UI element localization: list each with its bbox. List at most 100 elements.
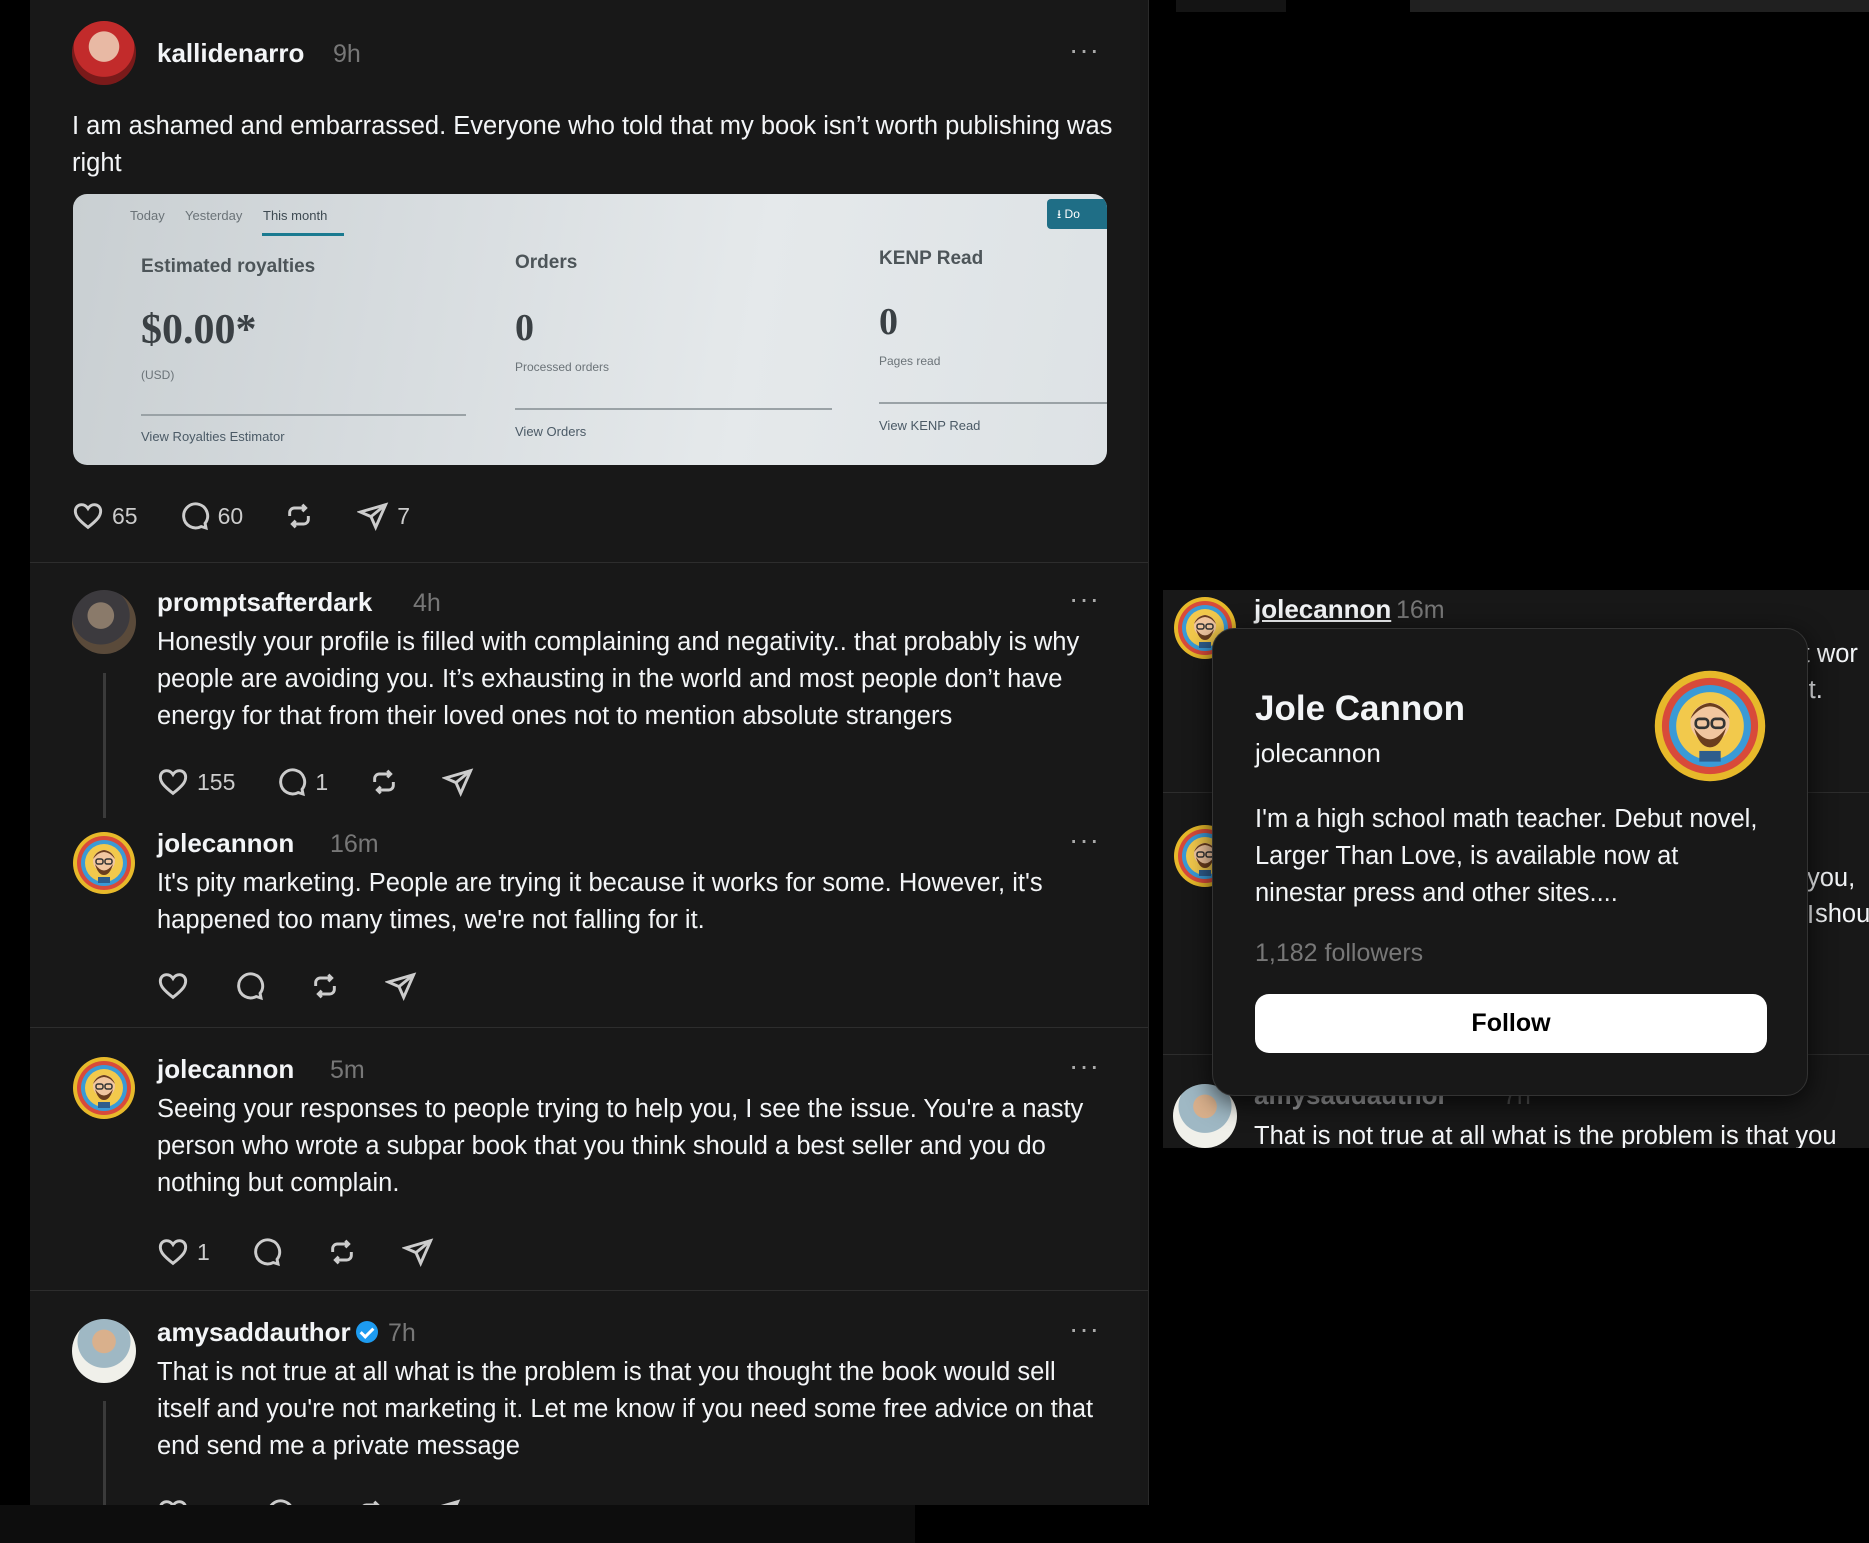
royalties-link: View Royalties Estimator — [141, 429, 285, 444]
image-tab-today: Today — [130, 208, 165, 223]
thread-line — [103, 1401, 106, 1505]
avatar[interactable] — [72, 831, 136, 895]
profile-avatar[interactable] — [1653, 669, 1767, 783]
repost-button[interactable] — [309, 970, 341, 1002]
reply-username[interactable]: jolecannon — [157, 1054, 294, 1085]
reply-actions: 1 — [157, 1236, 434, 1268]
like-count: 1 — [197, 1238, 210, 1265]
reply-time: 7h — [388, 1319, 416, 1347]
reply-button[interactable]: 1 — [263, 1497, 315, 1505]
reply: amysaddauthor 7h ··· That is not true at… — [30, 1291, 1148, 1505]
reply-actions — [157, 970, 417, 1002]
reply: jolecannon 5m ··· Seeing your responses … — [30, 1028, 1148, 1291]
send-icon — [357, 500, 389, 532]
profile-followers[interactable]: 1,182 followers — [1255, 939, 1423, 968]
original-post: kallidenarro 9h ··· I am ashamed and emb… — [30, 0, 1148, 563]
thread-feed: kallidenarro 9h ··· I am ashamed and emb… — [30, 0, 1149, 1505]
kenp-label: KENP Read — [879, 248, 984, 269]
reply-actions: 155 1 — [157, 766, 474, 798]
reply-time: 4h — [413, 589, 441, 617]
reply-username[interactable]: amysaddauthor — [157, 1317, 351, 1348]
follow-button[interactable]: Follow — [1255, 994, 1767, 1053]
repost-button[interactable] — [368, 766, 400, 798]
reply-button[interactable]: 60 — [178, 500, 244, 532]
top-bar-fragment — [1176, 0, 1286, 12]
reply-text: That is not true at all what is the prob… — [1254, 1122, 1837, 1148]
avatar[interactable] — [72, 1056, 136, 1120]
share-button[interactable]: 7 — [357, 500, 410, 532]
royalties-value: $0.00* — [141, 307, 257, 353]
profile-handle: jolecannon — [1255, 738, 1381, 768]
heart-icon — [157, 1497, 189, 1505]
divider — [515, 408, 832, 410]
image-tab-underline — [262, 233, 344, 236]
send-icon — [442, 766, 474, 798]
divider — [879, 402, 1107, 404]
more-dots-icon[interactable]: ··· — [1069, 824, 1100, 856]
repost-icon — [355, 1497, 387, 1505]
comment-icon — [263, 1497, 295, 1505]
more-dots-icon[interactable]: ··· — [1069, 1313, 1100, 1345]
reply-count: 1 — [315, 768, 329, 795]
like-button[interactable]: 155 — [157, 766, 235, 798]
post-actions: 65 60 7 — [72, 500, 410, 532]
heart-icon — [157, 970, 189, 1002]
post-time: 9h — [333, 40, 361, 68]
more-dots-icon[interactable]: ··· — [1069, 1050, 1100, 1082]
bottom-bar-fragment — [0, 1505, 915, 1543]
repost-button[interactable] — [283, 500, 315, 532]
reply-count: 60 — [217, 502, 244, 529]
reply-button[interactable] — [250, 1236, 282, 1268]
like-button[interactable]: 20 — [157, 1497, 223, 1505]
repost-button[interactable] — [355, 1497, 387, 1505]
like-button[interactable]: 1 — [157, 1236, 210, 1268]
heart-icon — [72, 500, 104, 532]
share-button[interactable] — [429, 1497, 461, 1505]
post-image[interactable]: Today Yesterday This month ⭳ Do Estimate… — [73, 194, 1107, 465]
like-button[interactable]: 65 — [72, 500, 138, 532]
reply-actions: 20 1 — [157, 1497, 461, 1505]
reply-button[interactable] — [233, 970, 265, 1002]
reply-time: 16m — [1396, 596, 1445, 624]
more-dots-icon[interactable]: ··· — [1069, 583, 1100, 615]
reply-username[interactable]: promptsafterdark — [157, 587, 372, 618]
send-icon — [402, 1236, 434, 1268]
reply-text: It's pity marketing. People are trying i… — [157, 869, 1043, 934]
repost-icon — [326, 1236, 358, 1268]
repost-icon — [368, 766, 400, 798]
comment-icon — [178, 500, 210, 532]
reply-username[interactable]: jolecannon — [157, 828, 294, 859]
share-button[interactable] — [402, 1236, 434, 1268]
reply-button[interactable]: 1 — [275, 766, 328, 798]
reply-time: 16m — [330, 830, 379, 858]
reply-username[interactable]: jolecannon — [1254, 594, 1391, 625]
repost-button[interactable] — [326, 1236, 358, 1268]
verified-badge-icon — [356, 1321, 378, 1343]
more-dots-icon[interactable]: ··· — [1069, 34, 1100, 66]
reply-text: Seeing your responses to people trying t… — [157, 1095, 1084, 1197]
share-button[interactable] — [442, 766, 474, 798]
orders-sub: Processed orders — [515, 360, 610, 374]
orders-link: View Orders — [515, 424, 587, 439]
kenp-sub: Pages read — [879, 354, 941, 368]
like-button[interactable] — [157, 970, 189, 1002]
divider — [141, 414, 466, 416]
avatar[interactable] — [72, 1319, 136, 1383]
profile-hover-card: Jole Cannon jolecannon I'm a high school… — [1212, 628, 1808, 1096]
royalties-label: Estimated royalties — [141, 256, 316, 277]
share-button[interactable] — [385, 970, 417, 1002]
like-count: 65 — [112, 502, 138, 529]
avatar[interactable] — [72, 590, 136, 654]
text-fragment: shou — [1815, 900, 1869, 928]
kenp-link: View KENP Read — [879, 418, 981, 433]
comment-icon — [275, 766, 307, 798]
profile-bio: I'm a high school math teacher. Debut no… — [1255, 805, 1758, 907]
repost-icon — [309, 970, 341, 1002]
reply-text: Honestly your profile is filled with com… — [157, 628, 1080, 730]
post-username[interactable]: kallidenarro — [157, 38, 304, 69]
thread-line — [103, 673, 106, 818]
avatar[interactable] — [72, 21, 136, 85]
send-icon — [429, 1497, 461, 1505]
royalties-currency: (USD) — [141, 368, 175, 382]
top-bar-fragment — [1410, 0, 1869, 12]
